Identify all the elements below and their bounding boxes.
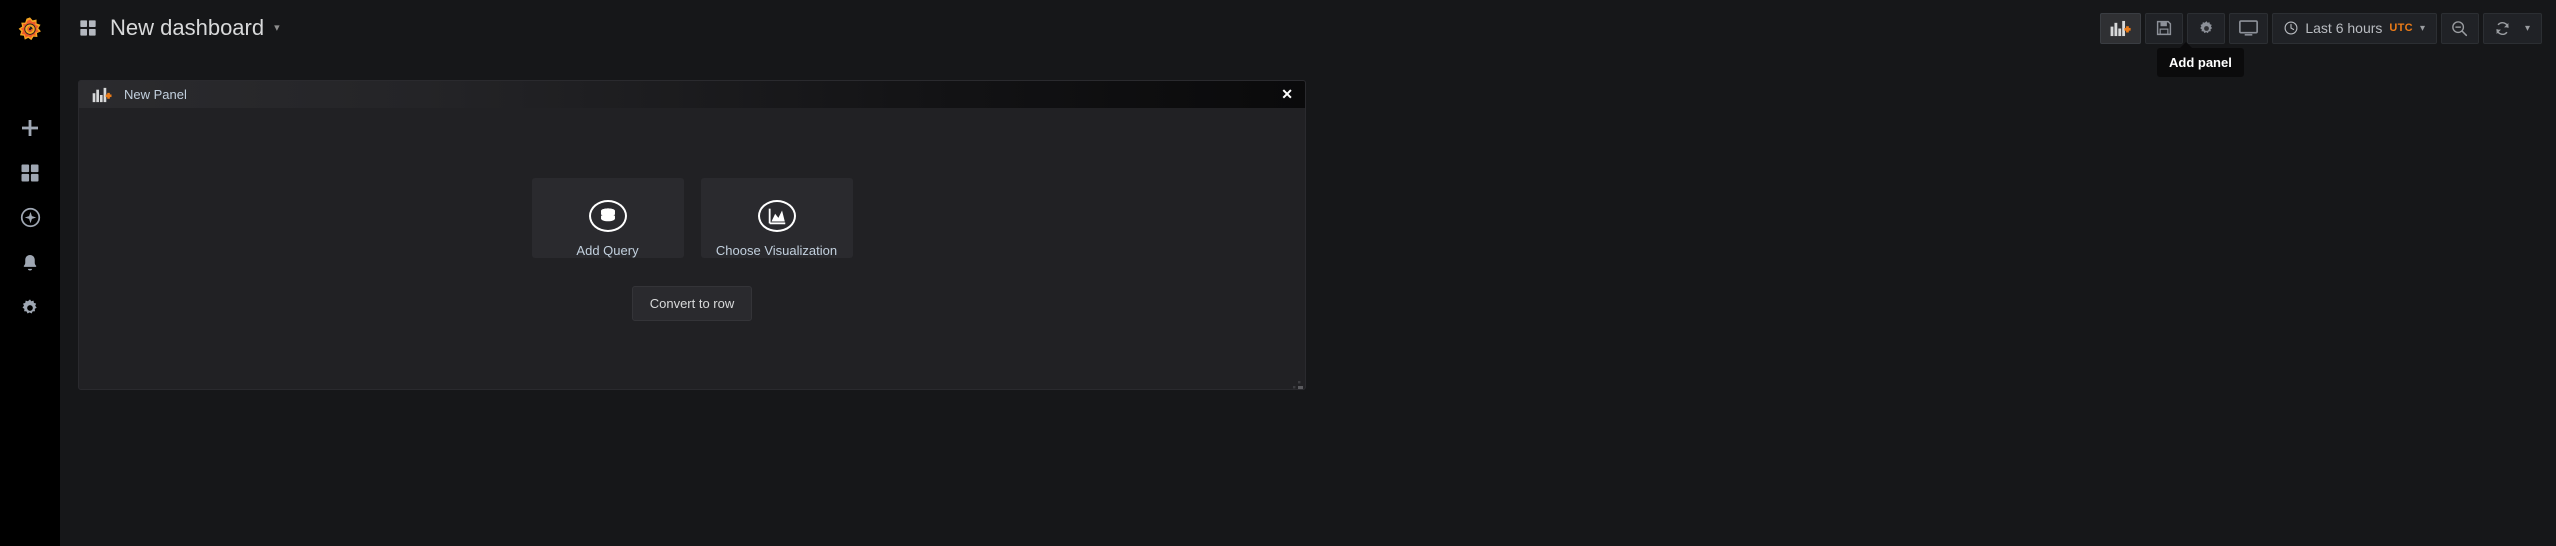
refresh-control[interactable]: ▾ xyxy=(2482,12,2542,44)
gear-icon xyxy=(22,298,37,313)
save-dashboard-button[interactable] xyxy=(2145,12,2184,44)
area-chart-icon xyxy=(757,200,796,232)
sidebar-item-create[interactable] xyxy=(0,105,60,150)
add-query-card[interactable]: Add Query xyxy=(531,178,684,258)
dashboard-settings-button[interactable] xyxy=(2187,12,2226,44)
sidebar-item-explore[interactable] xyxy=(0,195,60,240)
panel-title[interactable]: New Panel xyxy=(124,81,187,108)
save-icon xyxy=(2157,20,2172,36)
grafana-logo[interactable] xyxy=(0,0,60,60)
add-panel-icon xyxy=(92,87,112,103)
choose-visualization-card[interactable]: Choose Visualization xyxy=(700,178,853,258)
new-panel: New Panel ✕ Add Query Choose Visualizati… xyxy=(78,80,1306,390)
chevron-down-icon[interactable]: ▾ xyxy=(2521,23,2541,34)
chevron-down-icon: ▾ xyxy=(2419,22,2425,34)
chevron-down-icon[interactable]: ▾ xyxy=(274,15,280,41)
dashboard-grid-icon xyxy=(79,19,97,37)
time-range-picker[interactable]: Last 6 hours UTC ▾ xyxy=(2272,12,2437,44)
bell-icon xyxy=(23,254,37,270)
zoom-out-icon xyxy=(2452,20,2468,36)
panel-body: Add Query Choose Visualization Convert t… xyxy=(79,108,1305,389)
panel-cta-row: Add Query Choose Visualization xyxy=(531,178,853,258)
page-title[interactable]: New dashboard xyxy=(110,15,264,41)
sidebar-item-dashboards[interactable] xyxy=(0,150,60,195)
timezone-label: UTC xyxy=(2389,22,2413,34)
sidebar xyxy=(0,0,60,546)
view-mode-button[interactable] xyxy=(2229,12,2269,44)
navbar-right: Last 6 hours UTC ▾ ▾ xyxy=(2100,12,2556,44)
add-panel-button[interactable] xyxy=(2100,12,2142,44)
time-range-label: Last 6 hours xyxy=(2305,20,2383,36)
database-icon xyxy=(588,200,627,232)
panel-header[interactable]: New Panel ✕ xyxy=(79,81,1305,108)
add-panel-icon xyxy=(2110,20,2131,36)
refresh-button[interactable] xyxy=(2484,20,2521,37)
sidebar-item-configuration[interactable] xyxy=(0,285,60,330)
tooltip-text: Add panel xyxy=(2169,55,2232,70)
clock-icon xyxy=(2284,21,2298,35)
plus-icon xyxy=(22,119,38,136)
tv-icon xyxy=(2239,20,2259,36)
top-navbar: New dashboard ▾ Last 6 hours UTC ▾ ▾ Add… xyxy=(60,0,2556,77)
gear-icon xyxy=(2199,20,2213,33)
navbar-left: New dashboard ▾ xyxy=(60,15,2100,41)
grafana-logo-icon xyxy=(18,17,41,41)
choose-visualization-label: Choose Visualization xyxy=(715,243,838,258)
sidebar-item-alerting[interactable] xyxy=(0,240,60,285)
panel-resize-handle[interactable] xyxy=(1292,378,1303,389)
refresh-icon xyxy=(2496,21,2509,35)
zoom-out-button[interactable] xyxy=(2440,12,2479,44)
close-icon[interactable]: ✕ xyxy=(1281,81,1293,108)
convert-to-row-button[interactable]: Convert to row xyxy=(631,286,753,321)
add-query-label: Add Query xyxy=(576,243,639,258)
add-panel-tooltip: Add panel xyxy=(2157,42,2244,77)
dashboards-icon xyxy=(21,164,39,181)
compass-icon xyxy=(20,207,40,228)
grafana-app: New dashboard ▾ Last 6 hours UTC ▾ ▾ Add… xyxy=(0,0,2556,546)
